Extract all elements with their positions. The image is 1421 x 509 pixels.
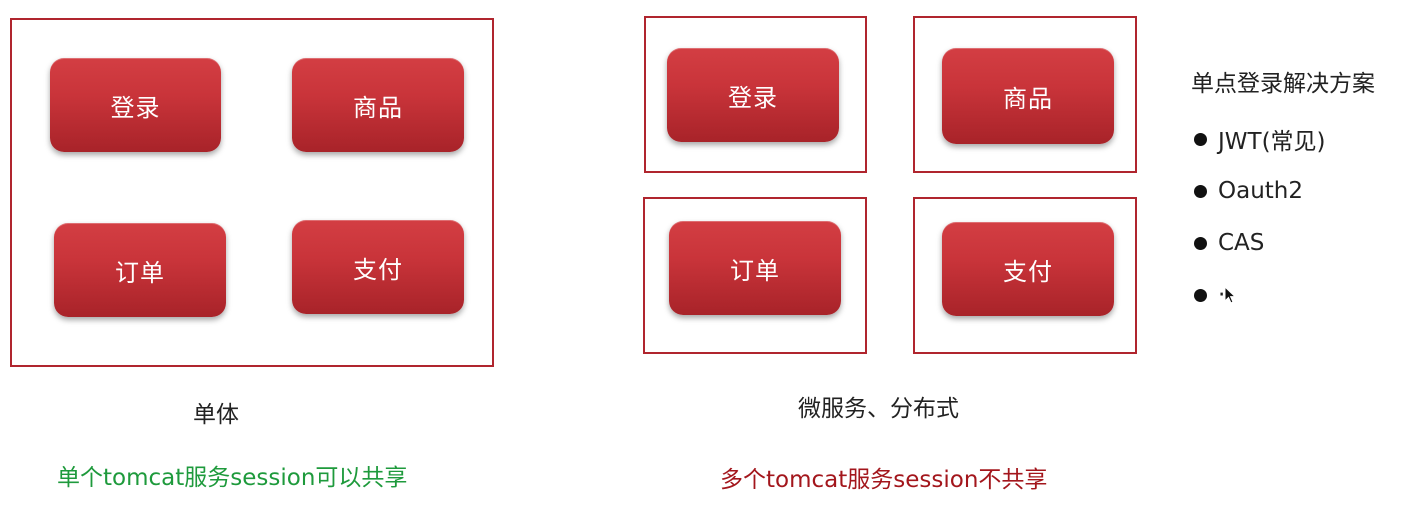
sso-title: 单点登录解决方案 [1191,71,1375,97]
monolith-service-payment: 支付 [292,220,464,314]
bullet-icon [1194,132,1207,146]
monolith-service-order: 订单 [54,223,226,317]
bullet-icon [1194,236,1207,250]
distributed-service-order: 订单 [669,221,841,315]
mouse-pointer-icon [1224,286,1236,304]
bullet-icon [1194,184,1207,198]
sso-item-jwt: JWT(常见) [1192,113,1326,165]
distributed-caption: 微服务、分布式 [798,396,959,422]
monolith-note: 单个tomcat服务session可以共享 [57,465,408,491]
sso-item-oauth2: Oauth2 [1192,165,1326,217]
monolith-service-login: 登录 [50,58,221,152]
sso-item-label: Oauth2 [1218,178,1304,204]
sso-solution-list: JWT(常见) Oauth2 CAS · [1192,113,1326,321]
distributed-note: 多个tomcat服务session不共享 [720,467,1048,493]
distributed-service-login: 登录 [667,48,839,142]
monolith-caption: 单体 [193,402,239,428]
distributed-service-payment: 支付 [942,222,1114,316]
bullet-icon [1194,288,1207,302]
sso-item-cas: CAS [1192,217,1326,269]
monolith-service-product: 商品 [292,58,464,152]
sso-item-label: CAS [1218,230,1265,256]
sso-item-more: · [1192,269,1326,321]
distributed-service-product: 商品 [942,48,1114,144]
sso-item-label: JWT(常见) [1218,129,1326,155]
